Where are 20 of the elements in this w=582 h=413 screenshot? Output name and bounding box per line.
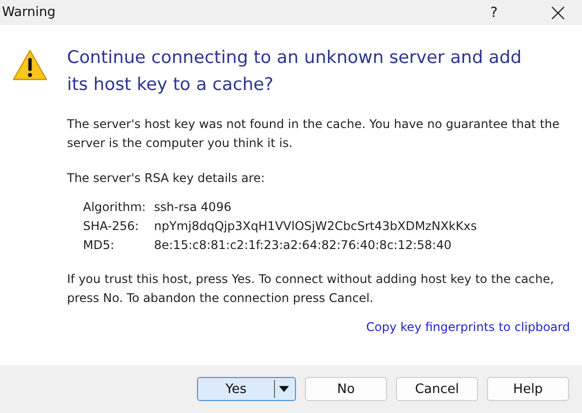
caret-icon [279, 386, 289, 392]
detail-value: npYmj8dqQjp3XqH1VVlOSjW2CbcSrt43bXDMzNXkKxs [154, 218, 478, 235]
help-button[interactable]: ? [474, 0, 514, 25]
detail-label: MD5: [83, 237, 116, 254]
window-title: Warning [1, 5, 56, 20]
dialog-heading: Continue connecting to an unknown server and add its host key to a cache? [67, 47, 523, 97]
copy-fingerprints-link[interactable]: Copy key fingerprints to clipboard [366, 320, 570, 334]
details-intro: The server's RSA key details are: [67, 170, 266, 187]
dialog-button[interactable]: Help [487, 377, 569, 401]
yes-split-button[interactable]: Yes [197, 377, 296, 401]
message-text: The server's host key was not found in the cache. You have no guarantee that the server is the computer you think it is. [67, 116, 561, 152]
detail-value: 8e:15:c8:81:c2:1f:23:a2:64:82:76:40:8c:12:58:40 [154, 237, 452, 254]
dialog-button[interactable]: Cancel [396, 377, 478, 401]
warning-icon [12, 49, 48, 81]
dialog-button[interactable]: No [305, 377, 387, 401]
close-icon [551, 6, 565, 20]
instructions-text: If you trust this host, press Yes. To connect without adding host key to the cache, press No. To abandon the connection press Cancel. [67, 271, 555, 307]
detail-label: SHA-256: [83, 218, 140, 235]
detail-value: ssh-rsa 4096 [154, 199, 232, 216]
detail-label: Algorithm: [83, 199, 147, 216]
